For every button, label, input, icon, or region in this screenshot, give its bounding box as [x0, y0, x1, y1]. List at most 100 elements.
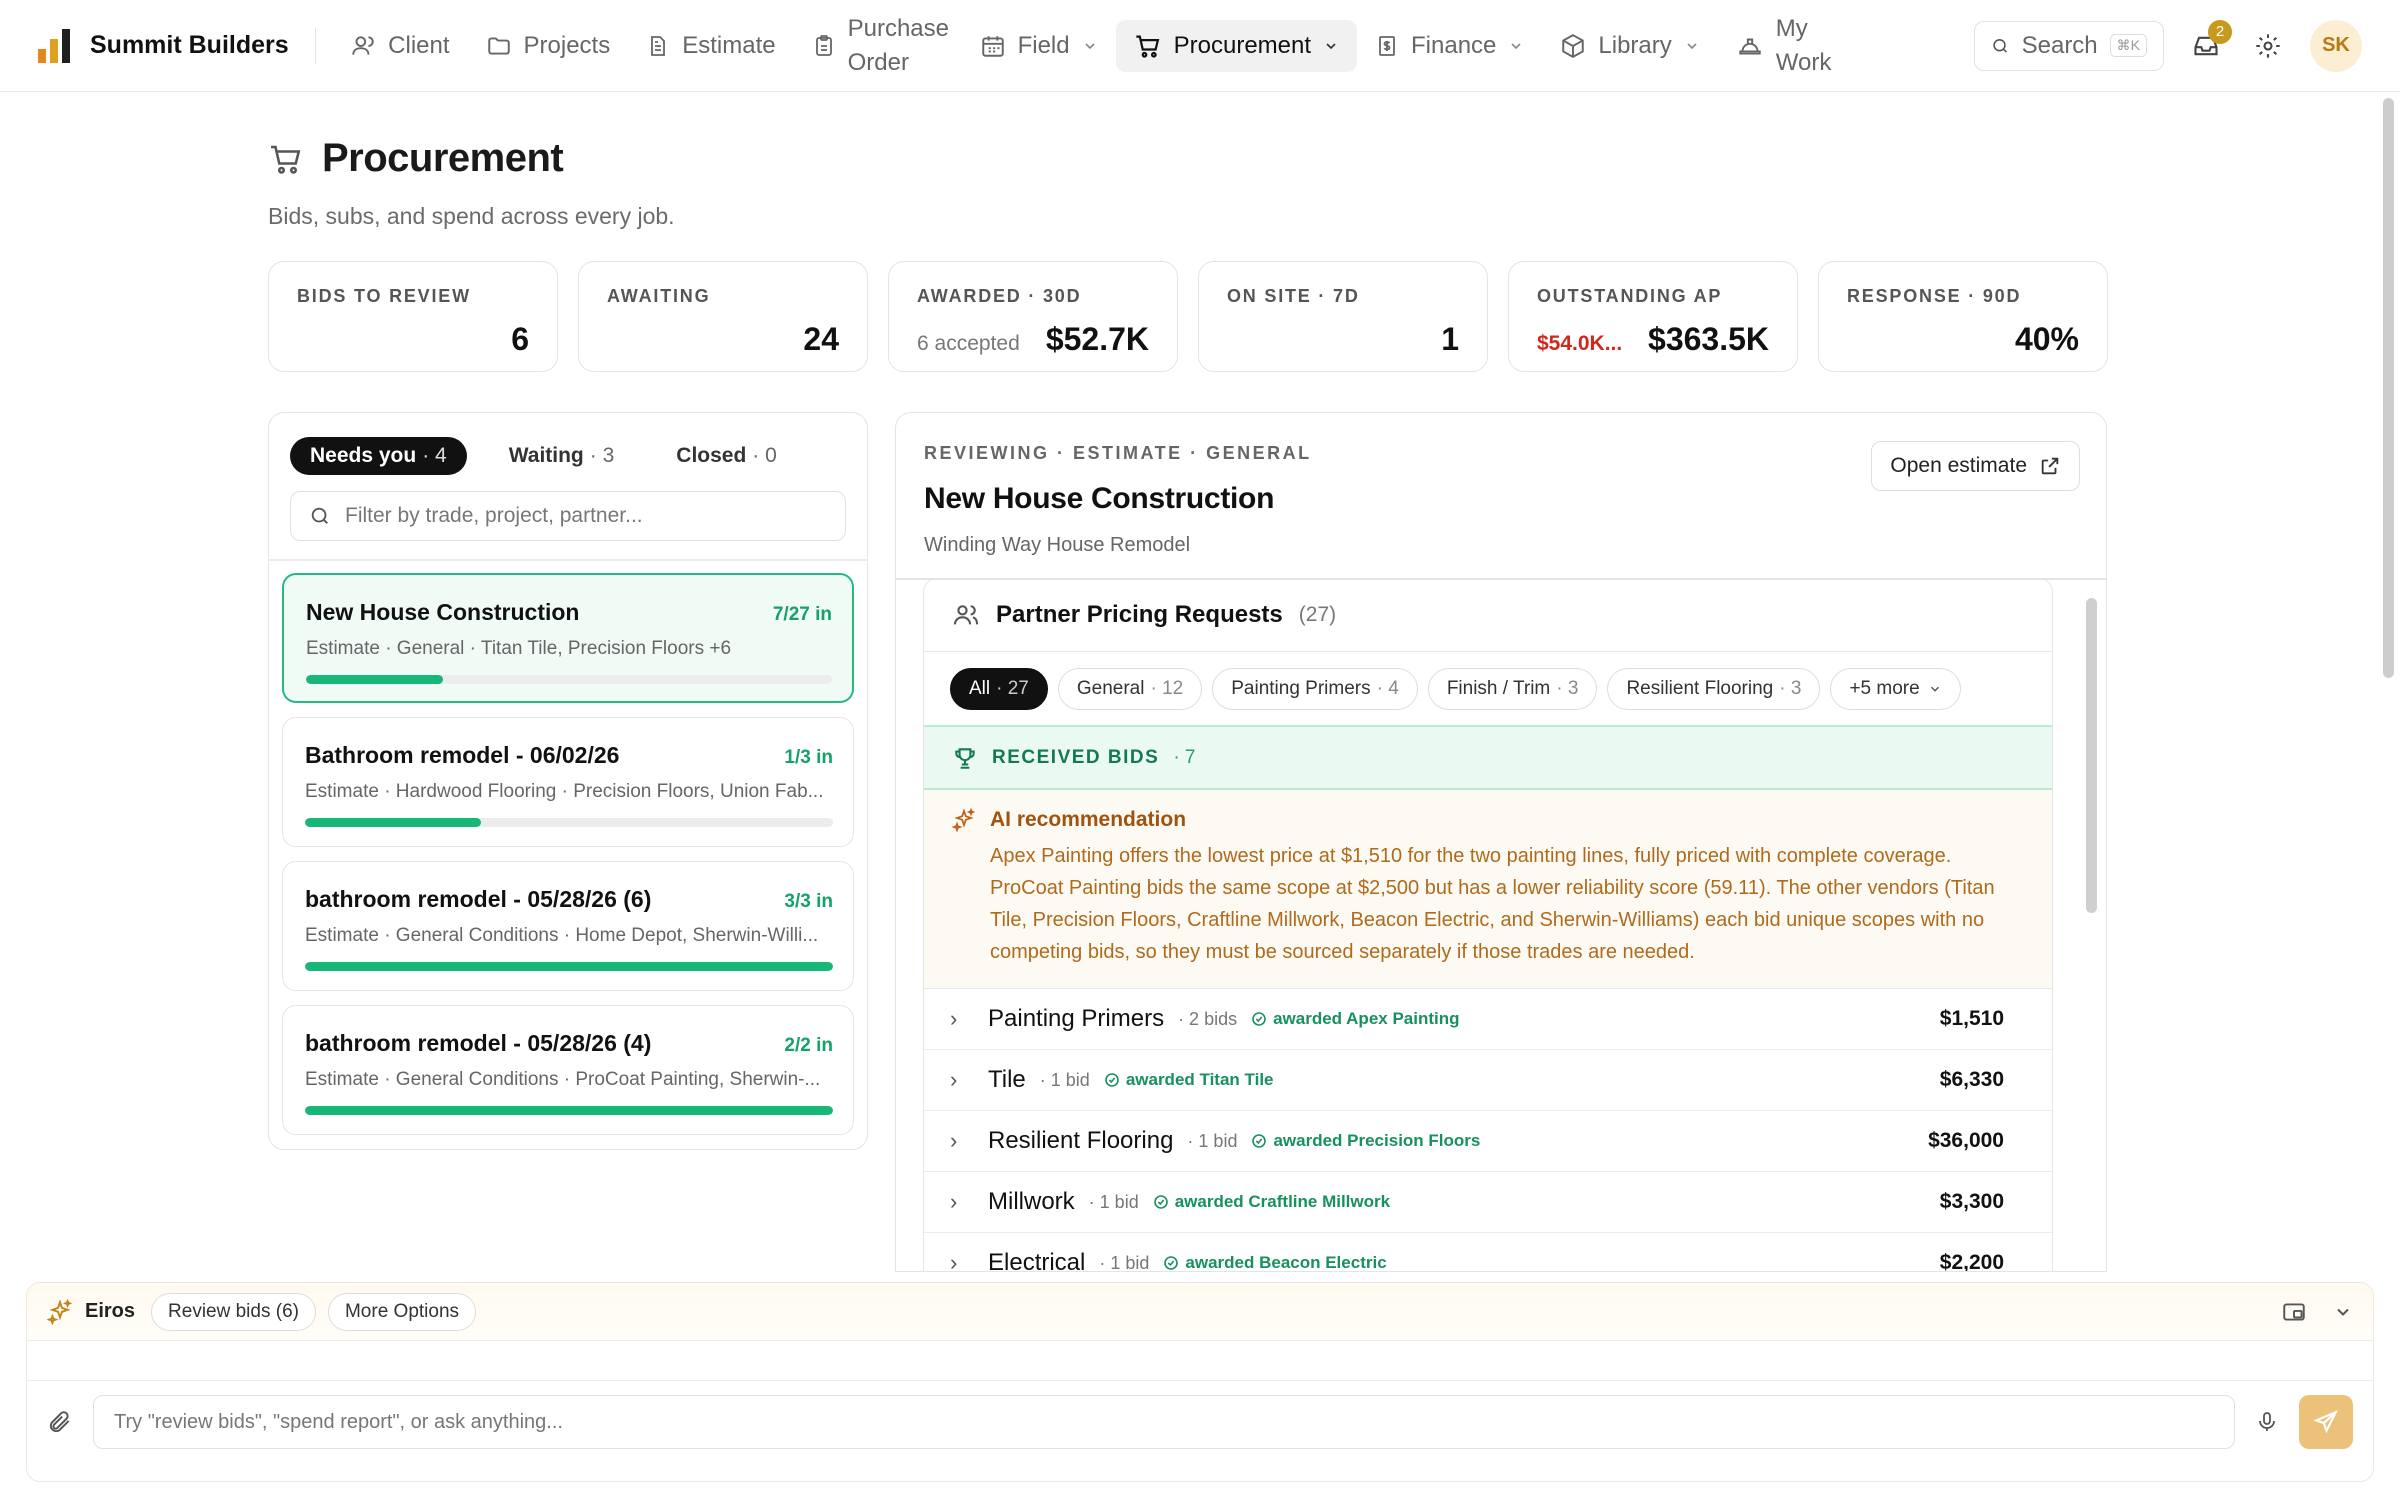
scrollbar-thumb[interactable]: [2086, 598, 2097, 913]
request-title: bathroom remodel - 05/28/26 (4): [305, 1029, 652, 1056]
chip-all[interactable]: All · 27: [950, 667, 1048, 710]
chevron-right-icon: ›: [950, 1250, 958, 1272]
bid-row[interactable]: › Resilient Flooring · 1 bid awarded Pre…: [924, 1111, 2052, 1172]
received-bids-header[interactable]: RECEIVED BIDS · 7: [924, 725, 2052, 790]
nav-procurement[interactable]: Procurement: [1115, 19, 1358, 72]
bid-queue-panel: Needs you · 4 Waiting · 3 Closed · 0 Filter…: [268, 412, 868, 1150]
page-scrollbar[interactable]: [2380, 92, 2400, 1272]
request-card[interactable]: bathroom remodel - 05/28/26 (6) 3/3 in E…: [282, 860, 854, 991]
microphone-icon[interactable]: [2255, 1410, 2279, 1434]
check-circle-icon: [1105, 1073, 1119, 1087]
nav-finance[interactable]: Finance: [1357, 20, 1542, 72]
external-link-icon: [2041, 457, 2059, 475]
chevron-down-icon: [1687, 42, 1697, 49]
bid-award-text: awarded Precision Floors: [1273, 1131, 1481, 1150]
request-meta: Estimate · General Conditions · Home Dep…: [305, 924, 819, 946]
chip-label: Resilient Flooring: [1626, 677, 1774, 699]
nav-estimate[interactable]: Estimate: [628, 20, 793, 72]
bid-amount: $3,300: [1939, 1190, 2004, 1213]
tab-label: Needs you: [310, 444, 417, 467]
search-label: Search: [2021, 31, 2098, 59]
request-card[interactable]: bathroom remodel - 05/28/26 (4) 2/2 in E…: [282, 1004, 854, 1135]
user-avatar[interactable]: SK: [2310, 19, 2362, 72]
bid-row[interactable]: › Tile · 1 bid awarded Titan Tile $6,330: [924, 1050, 2052, 1111]
progress-fill: [306, 674, 443, 684]
search-button[interactable]: Search ⌘K: [1974, 20, 2164, 71]
kpi-outstanding-ap[interactable]: OUTSTANDING AP $54.0K... $363.5K: [1508, 261, 1798, 372]
nav-label: Finance: [1411, 31, 1497, 59]
request-progress: [305, 817, 833, 827]
bid-amount: $2,200: [1939, 1251, 2004, 1272]
kpi-awaiting[interactable]: AWAITING 24: [578, 261, 868, 372]
filter-input[interactable]: Filter by trade, project, partner...: [290, 491, 846, 541]
gear-icon: [2256, 33, 2280, 58]
paperclip-icon[interactable]: [47, 1409, 73, 1435]
more-options-chip[interactable]: More Options: [327, 1292, 477, 1331]
request-meta: Estimate · General · Titan Tile, Precisi…: [306, 637, 732, 659]
bid-row[interactable]: › Millwork · 1 bid awarded Craftline Mil…: [924, 1172, 2052, 1233]
brand-name: Summit Builders: [90, 31, 289, 59]
clipboard-icon: [815, 34, 832, 56]
scrollbar-thumb[interactable]: [2383, 98, 2394, 678]
kpi-value: 24: [803, 321, 839, 357]
inbox-button[interactable]: 2: [2186, 19, 2232, 66]
nav-library[interactable]: Library: [1542, 20, 1717, 72]
tab-needs-you[interactable]: Needs you · 4: [290, 437, 467, 475]
document-icon: [651, 35, 666, 56]
tab-count: · 4: [422, 444, 447, 467]
progress-fill: [305, 961, 833, 971]
chip-finish-trim[interactable]: Finish / Trim · 3: [1427, 667, 1598, 710]
bid-amount: $1,510: [1939, 1007, 2004, 1030]
nav-field[interactable]: Field: [962, 20, 1116, 72]
chip-label: Finish / Trim: [1446, 677, 1551, 699]
kpi-bids-to-review[interactable]: BIDS TO REVIEW 6: [268, 261, 558, 372]
nav-projects[interactable]: Projects: [468, 20, 629, 72]
tab-label: Closed: [676, 444, 747, 467]
kpi-value: $52.7K: [1045, 321, 1149, 357]
review-bids-chip[interactable]: Review bids (6): [151, 1292, 316, 1331]
section-title: Partner Pricing Requests: [996, 601, 1283, 628]
send-button[interactable]: [2299, 1395, 2353, 1449]
bid-row[interactable]: › Painting Primers · 2 bids awarded Apex…: [924, 989, 2052, 1050]
picture-in-picture-icon[interactable]: [2281, 1299, 2307, 1325]
search-shortcut: ⌘K: [2109, 34, 2147, 57]
kpi-on-site[interactable]: ON SITE · 7D 1: [1198, 261, 1488, 372]
bid-row[interactable]: › Electrical · 1 bid awarded Beacon Elec…: [924, 1233, 2052, 1272]
nav-client[interactable]: Client: [332, 20, 467, 72]
request-card[interactable]: New House Construction 7/27 in Estimate …: [282, 572, 854, 703]
ai-recommendation: AI recommendation Apex Painting offers t…: [924, 790, 2052, 989]
check-circle-icon: [1164, 1256, 1179, 1270]
chip-resilient-flooring[interactable]: Resilient Flooring · 3: [1607, 667, 1821, 710]
nav-label: Projects: [523, 31, 611, 59]
kpi-value: 40%: [2014, 321, 2079, 357]
nav-label: Purchase Order: [847, 15, 949, 76]
request-card[interactable]: Bathroom remodel - 06/02/26 1/3 in Estim…: [282, 716, 854, 847]
nav-my-work[interactable]: My Work: [1718, 15, 1854, 76]
bid-trade: Painting Primers: [988, 1005, 1165, 1032]
open-estimate-button[interactable]: Open estimate: [1871, 441, 2080, 491]
chevron-down-icon[interactable]: [2333, 1302, 2353, 1322]
brand[interactable]: Summit Builders: [38, 28, 289, 63]
settings-button[interactable]: [2248, 26, 2288, 66]
kpi-awarded[interactable]: AWARDED · 30D 6 accepted $52.7K: [888, 261, 1178, 372]
kpi-response[interactable]: RESPONSE · 90D 40%: [1818, 261, 2108, 372]
chip-count: · 3: [1779, 677, 1802, 699]
chip-general[interactable]: General · 12: [1057, 667, 1203, 710]
cart-icon: [271, 145, 301, 174]
nav-label: Client: [388, 31, 450, 59]
assistant-toolbar: Eiros Review bids (6) More Options: [27, 1283, 2373, 1341]
tab-waiting[interactable]: Waiting · 3: [489, 437, 635, 475]
page-title-text: Procurement: [322, 136, 564, 180]
bid-award: awarded Craftline Millwork: [1153, 1192, 1390, 1212]
nav-purchase-order[interactable]: Purchase Order: [794, 15, 962, 76]
chip-label: General: [1076, 677, 1145, 699]
panel-scrollbar[interactable]: [2084, 578, 2102, 1271]
chevron-right-icon: ›: [950, 1189, 958, 1214]
ai-title: AI recommendation: [990, 808, 1187, 831]
chip-more[interactable]: +5 more: [1830, 667, 1961, 710]
tab-closed[interactable]: Closed · 0: [656, 437, 797, 475]
bid-trade: Resilient Flooring: [988, 1127, 1174, 1154]
assistant-input[interactable]: Try "review bids", "spend report", or as…: [93, 1395, 2235, 1449]
request-title: Bathroom remodel - 06/02/26: [305, 741, 620, 768]
chip-painting-primers[interactable]: Painting Primers · 4: [1212, 667, 1418, 710]
